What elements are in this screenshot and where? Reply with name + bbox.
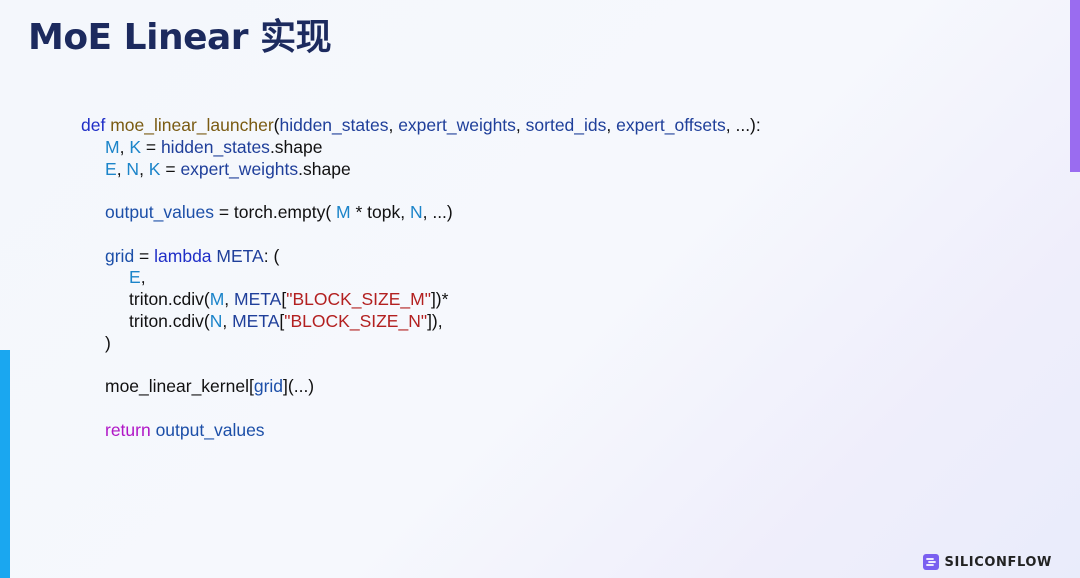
code-token: = <box>141 136 161 157</box>
code-line: M, K = hidden_states.shape <box>81 137 761 159</box>
code-token: , <box>606 115 617 135</box>
code-token: .shape <box>298 158 351 179</box>
code-token: , <box>224 289 235 309</box>
code-token: grid <box>105 245 135 266</box>
code-token: , <box>515 115 526 135</box>
code-token: K <box>129 136 141 157</box>
code-line: E, N, K = expert_weights.shape <box>81 159 761 181</box>
siliconflow-logo-icon <box>922 554 939 570</box>
code-token: = <box>134 245 155 266</box>
code-line: ) <box>81 333 761 355</box>
code-token: triton.cdiv( <box>129 310 210 331</box>
code-token: N <box>409 202 423 222</box>
code-token: N <box>126 158 140 179</box>
code-line: E, <box>81 267 761 289</box>
code-token: , ...): <box>725 115 761 135</box>
code-token: output_values <box>105 202 214 222</box>
code-token: K <box>148 158 161 179</box>
code-token: lambda <box>154 245 217 266</box>
code-token: "BLOCK_SIZE_M" <box>286 289 431 309</box>
code-token: return <box>105 419 156 440</box>
code-token: , <box>116 158 127 179</box>
code-token: grid <box>253 376 284 396</box>
code-token: triton.cdiv( <box>129 289 210 309</box>
code-token: hidden_states <box>160 136 270 157</box>
code-token: M <box>105 136 120 157</box>
code-block: def moe_linear_launcher(hidden_states, e… <box>81 115 761 441</box>
code-token: , <box>140 267 146 288</box>
code-line: grid = lambda META: ( <box>81 246 761 268</box>
code-token: E <box>129 267 141 288</box>
code-line: moe_linear_kernel[grid](...) <box>81 376 761 398</box>
code-token: , <box>119 136 130 157</box>
code-line: triton.cdiv(M, META["BLOCK_SIZE_M"])* <box>81 289 761 311</box>
code-token: E <box>105 158 117 179</box>
code-token: hidden_states <box>279 115 389 135</box>
code-token: , <box>388 115 399 135</box>
code-token: META <box>234 289 282 309</box>
code-token: META <box>216 245 264 266</box>
code-token: expert_offsets <box>616 115 726 135</box>
code-token: META <box>232 310 280 331</box>
code-line: triton.cdiv(N, META["BLOCK_SIZE_N"]), <box>81 311 761 333</box>
code-token: ) <box>105 332 111 353</box>
code-token: ])* <box>430 289 449 309</box>
code-token: "BLOCK_SIZE_N" <box>284 310 428 331</box>
brand-logo: SILICONFLOW <box>922 554 1052 570</box>
left-accent-bar <box>0 350 10 578</box>
code-token: moe_linear_kernel[ <box>105 376 254 396</box>
code-token: output_values <box>155 419 265 440</box>
code-token: M <box>209 289 225 309</box>
code-token: ]), <box>427 310 443 331</box>
code-token: = <box>160 158 181 179</box>
code-token: N <box>209 310 223 331</box>
slide-title: MoE Linear 实现 <box>28 17 332 58</box>
code-token: .shape <box>269 136 323 157</box>
right-accent-bar <box>1070 0 1080 172</box>
code-token: ](...) <box>283 376 315 396</box>
code-token: * topk, <box>350 202 410 222</box>
code-token: , <box>222 310 233 331</box>
code-token: : ( <box>263 245 280 266</box>
code-token: M <box>336 202 351 222</box>
code-line: def moe_linear_launcher(hidden_states, e… <box>81 115 761 137</box>
code-token: expert_weights <box>180 158 299 179</box>
code-token: , ...) <box>422 202 453 222</box>
code-token: expert_weights <box>398 115 516 135</box>
code-token: moe_linear_launcher <box>110 115 274 135</box>
code-token: def <box>81 115 111 135</box>
brand-name: SILICONFLOW <box>944 554 1052 570</box>
code-token: , <box>139 158 149 179</box>
code-token: sorted_ids <box>525 115 607 135</box>
code-line: return output_values <box>81 420 761 442</box>
code-token: = torch.empty( <box>213 202 337 222</box>
code-line: output_values = torch.empty( M * topk, N… <box>81 202 761 224</box>
